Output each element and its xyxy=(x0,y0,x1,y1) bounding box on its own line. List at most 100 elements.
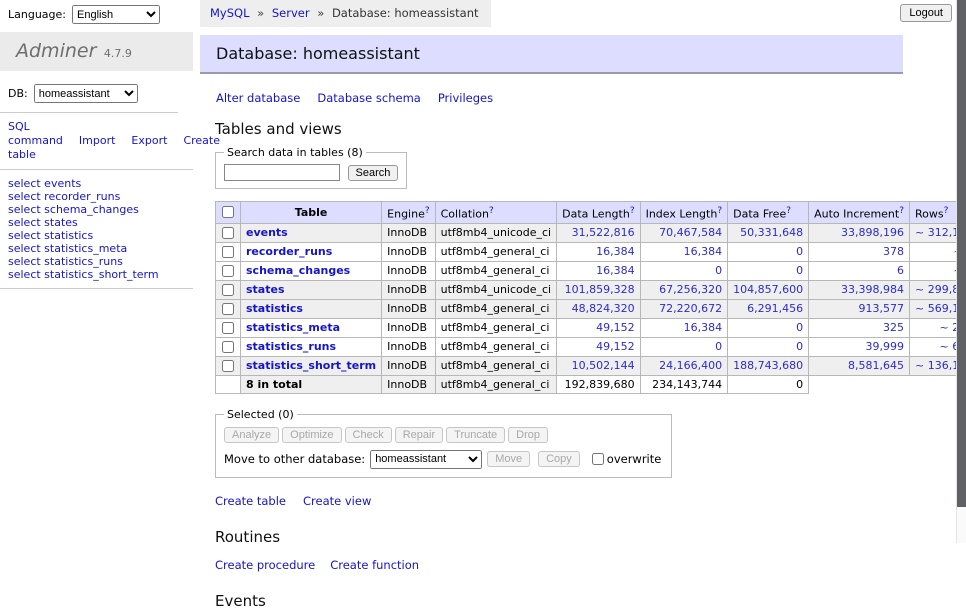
overwrite-option: overwrite xyxy=(588,452,662,466)
table-name-link[interactable]: events xyxy=(246,226,288,239)
sidebar-select-link-4[interactable]: select statistics xyxy=(8,229,185,242)
table-row: statisticsInnoDButf8mb4_general_ci48,824… xyxy=(216,299,966,318)
row-checkbox[interactable] xyxy=(222,322,234,334)
table-row: statistics_short_termInnoDButf8mb4_gener… xyxy=(216,356,966,375)
optimize-button[interactable]: Optimize xyxy=(282,427,341,443)
row-checkbox-cell xyxy=(216,299,241,318)
table-name-link[interactable]: recorder_runs xyxy=(246,245,332,258)
language-select[interactable]: English xyxy=(72,5,160,24)
routine-link-1[interactable]: Create function xyxy=(330,558,419,572)
row-checkbox[interactable] xyxy=(222,246,234,258)
column-header-data-free: Data Free? xyxy=(728,202,809,224)
table-name-link[interactable]: states xyxy=(246,283,285,296)
routine-link-0[interactable]: Create procedure xyxy=(215,558,315,572)
selected-legend: Selected (0) xyxy=(224,408,297,421)
search-legend: Search data in tables (8) xyxy=(224,146,366,159)
column-help-link[interactable]: ? xyxy=(425,206,430,216)
sidebar-select-link-6[interactable]: select statistics_runs xyxy=(8,255,185,268)
sidebar-select-link-0[interactable]: select events xyxy=(8,177,185,190)
sidebar-select-link-2[interactable]: select schema_changes xyxy=(8,203,185,216)
create-link-1[interactable]: Create view xyxy=(303,494,371,508)
truncate-button[interactable]: Truncate xyxy=(446,427,505,443)
drop-button[interactable]: Drop xyxy=(508,427,548,443)
nav-link-1[interactable]: Database schema xyxy=(317,91,420,105)
column-help-link[interactable]: ? xyxy=(489,206,494,216)
sidebar-select-link-1[interactable]: select recorder_runs xyxy=(8,190,185,203)
cell-table-name: statistics xyxy=(241,299,382,318)
sidebar-select-link-7[interactable]: select statistics_short_term xyxy=(8,268,185,281)
sidebar-action-link-2[interactable]: Export xyxy=(131,134,167,147)
search-fieldset: Search data in tables (8) Search xyxy=(215,146,407,189)
overwrite-checkbox[interactable] xyxy=(592,453,604,465)
vertical-scrollbar[interactable] xyxy=(956,0,966,543)
cell-table-name: statistics_runs xyxy=(241,337,382,356)
total-collation: utf8mb4_general_ci xyxy=(435,375,556,393)
column-help-link[interactable]: ? xyxy=(717,206,722,216)
total-data-length: 192,839,680 xyxy=(557,375,640,393)
column-header-auto-increment: Auto Increment? xyxy=(809,202,910,224)
cell-data-length: 10,502,144 xyxy=(557,356,640,375)
row-checkbox[interactable] xyxy=(222,341,234,353)
move-db-select[interactable]: homeassistant xyxy=(370,450,482,469)
search-input[interactable] xyxy=(224,164,340,181)
column-header-collation: Collation? xyxy=(435,202,556,224)
scrollbar-thumb[interactable] xyxy=(957,0,966,507)
column-help-link[interactable]: ? xyxy=(944,206,949,216)
total-label: 8 in total xyxy=(241,375,382,393)
copy-button[interactable]: Copy xyxy=(538,451,580,467)
cell-index-length: 70,467,584 xyxy=(640,223,728,242)
table-row: statistics_runsInnoDButf8mb4_general_ci4… xyxy=(216,337,966,356)
events-heading: Events xyxy=(215,592,910,610)
cell-data-free: 0 xyxy=(728,261,809,280)
check-button[interactable]: Check xyxy=(345,427,392,443)
column-help-link[interactable]: ? xyxy=(899,206,904,216)
row-checkbox[interactable] xyxy=(222,303,234,315)
overview-table-body: eventsInnoDButf8mb4_unicode_ci31,522,816… xyxy=(216,223,966,393)
db-select[interactable]: homeassistant xyxy=(34,84,138,103)
row-checkbox[interactable] xyxy=(222,284,234,296)
sidebar-divider xyxy=(0,288,193,289)
row-checkbox[interactable] xyxy=(222,265,234,277)
nav-link-0[interactable]: Alter database xyxy=(216,91,300,105)
cell-auto-increment: 6 xyxy=(809,261,910,280)
cell-engine: InnoDB xyxy=(382,242,435,261)
select-all-checkbox[interactable] xyxy=(222,206,234,218)
table-name-link[interactable]: schema_changes xyxy=(246,264,350,277)
sidebar-action-link-0[interactable]: SQL command xyxy=(8,120,63,147)
selected-fieldset: Selected (0) AnalyzeOptimizeCheckRepairT… xyxy=(215,408,672,478)
table-name-link[interactable]: statistics_short_term xyxy=(246,359,376,372)
cell-data-free: 0 xyxy=(728,318,809,337)
cell-engine: InnoDB xyxy=(382,280,435,299)
sidebar-select-link-5[interactable]: select statistics_meta xyxy=(8,242,185,255)
search-button[interactable]: Search xyxy=(348,165,399,181)
cell-auto-increment: 325 xyxy=(809,318,910,337)
table-name-link[interactable]: statistics_runs xyxy=(246,340,336,353)
table-row: statesInnoDButf8mb4_unicode_ci101,859,32… xyxy=(216,280,966,299)
breadcrumb-current: Database: homeassistant xyxy=(332,6,479,20)
sidebar-action-links: SQL commandImportExportCreate table xyxy=(0,112,178,169)
cell-data-length: 48,824,320 xyxy=(557,299,640,318)
row-checkbox[interactable] xyxy=(222,360,234,372)
cell-engine: InnoDB xyxy=(382,299,435,318)
move-button[interactable]: Move xyxy=(487,451,530,467)
table-name-link[interactable]: statistics xyxy=(246,302,303,315)
sidebar-select-link-3[interactable]: select states xyxy=(8,216,185,229)
column-help-link[interactable]: ? xyxy=(786,206,791,216)
total-data-free: 0 xyxy=(728,375,809,393)
tables-and-views-heading: Tables and views xyxy=(215,120,910,138)
routine-links: Create procedure Create function xyxy=(215,558,910,572)
table-name-link[interactable]: statistics_meta xyxy=(246,321,340,334)
column-header-data-length: Data Length? xyxy=(557,202,640,224)
analyze-button[interactable]: Analyze xyxy=(224,427,279,443)
nav-link-2[interactable]: Privileges xyxy=(438,91,493,105)
brand-version: 4.7.9 xyxy=(104,47,132,60)
db-selector-row: DB: homeassistant xyxy=(8,84,193,103)
database-nav-links: Alter database Database schema Privileges xyxy=(216,91,910,105)
breadcrumb-link-server[interactable]: Server xyxy=(272,6,310,20)
column-help-link[interactable]: ? xyxy=(630,206,635,216)
breadcrumb-link-mysql[interactable]: MySQL xyxy=(210,6,250,20)
row-checkbox[interactable] xyxy=(222,227,234,239)
create-link-0[interactable]: Create table xyxy=(215,494,286,508)
repair-button[interactable]: Repair xyxy=(395,427,443,443)
sidebar-action-link-1[interactable]: Import xyxy=(79,134,116,147)
